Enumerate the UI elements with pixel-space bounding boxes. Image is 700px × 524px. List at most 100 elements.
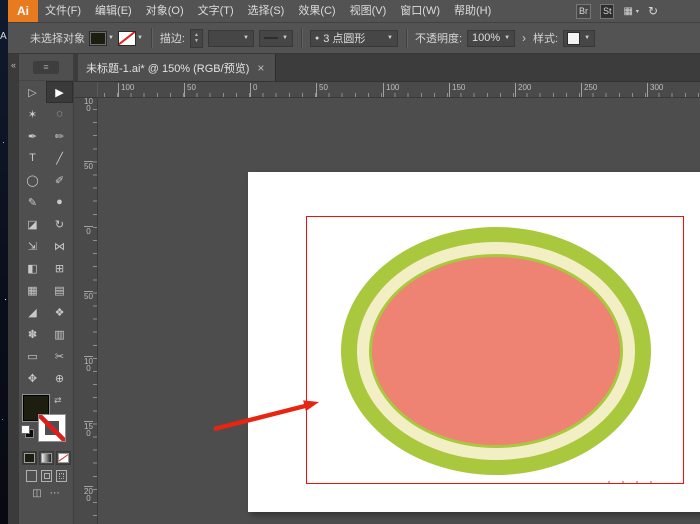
chevron-down-icon: ▼ [137,35,143,41]
drawing-mode-buttons [19,470,73,482]
none-button[interactable] [56,451,71,465]
type-tool[interactable]: T [19,147,46,169]
toolbar-overflow-button[interactable]: ⋯ [50,488,60,499]
menu-select[interactable]: 选择(S) [241,0,292,22]
h-ruler-label: 200 [515,83,531,97]
style-thumbnail [568,33,579,44]
draw-normal-button[interactable] [26,470,37,482]
change-screen-mode-button[interactable]: ◫ [32,488,41,499]
horizontal-ruler[interactable]: 100 50 0 50 100 150 200 250 300 [98,82,700,97]
shape-builder-tool[interactable]: ◧ [19,257,46,279]
opacity-value: 100% [472,32,500,44]
page-tiling-dot [622,481,624,483]
vertical-ruler[interactable]: 100 50 0 50 100 150 200 [74,98,98,524]
h-ruler-label: 50 [184,83,196,97]
draw-behind-button[interactable] [41,470,52,482]
slice-tool[interactable]: ✂ [46,345,73,367]
cc-sync-icon[interactable]: ↻ [648,4,658,18]
stroke-weight-stepper[interactable]: ▲ ▼ [190,29,203,48]
pen-tool[interactable]: ✒ [19,125,46,147]
line-segment-tool[interactable]: ╱ [46,147,73,169]
stroke-color-control[interactable]: ▼ [119,32,143,45]
zoom-tool[interactable]: ⊕ [46,367,73,389]
collapse-chevron-icon[interactable]: « [11,60,16,70]
lasso-tool[interactable]: ◌ [46,103,73,125]
menu-window[interactable]: 窗口(W) [393,0,447,22]
brush-definition-combo[interactable]: ● 3 点圆形 ▼ [310,30,398,47]
direct-selection-tool[interactable]: ▶ [46,81,73,103]
color-button[interactable] [22,451,37,465]
stroke-color-swatch[interactable] [119,32,135,45]
workspace-switcher[interactable]: ▦ ▾ [623,6,638,17]
page-tiling-dot [650,481,652,483]
v-ruler-label: 150 [84,421,93,437]
document-tab[interactable]: 未标题-1.ai* @ 150% (RGB/预览) × [78,54,276,81]
brush-dot-icon: ● [315,30,319,47]
style-label: 样式: [533,30,558,46]
color-mode-buttons [19,451,73,465]
artboard-tool[interactable]: ▭ [19,345,46,367]
fill-color-swatch[interactable] [90,32,106,45]
tool-dock: « ≡ ▷ ▶ ✶ ◌ ✒ ✏ T ╱ ◯ ✐ ✎ ● [8,54,74,524]
menu-bar-right: Br St ▦ ▾ ↻ [576,4,658,19]
eyedropper-tool[interactable]: ◢ [19,301,46,323]
stroke-profile-icon [264,37,278,39]
menu-help[interactable]: 帮助(H) [447,0,498,22]
toolbar-bottom: ◫ ⋯ [19,488,73,499]
stock-button[interactable]: St [600,4,615,19]
draw-inside-button[interactable] [56,470,67,482]
menu-edit[interactable]: 编辑(E) [88,0,139,22]
swap-fill-stroke-icon[interactable]: ⇄ [54,395,62,406]
eraser-tool[interactable]: ◪ [19,213,46,235]
paintbrush-tool[interactable]: ✐ [46,169,73,191]
menu-effect[interactable]: 效果(C) [291,0,342,22]
chevron-down-icon: ▼ [584,35,590,41]
menu-file[interactable]: 文件(F) [38,0,88,22]
pencil-tool[interactable]: ✎ [19,191,46,213]
stroke-weight-combo[interactable]: ▼ [208,30,254,47]
ellipse-tool[interactable]: ◯ [19,169,46,191]
gradient-button[interactable] [39,451,54,465]
stepper-down-icon[interactable]: ▼ [194,39,199,44]
stroke-swatch[interactable] [39,415,65,441]
ruler-corner[interactable] [74,82,98,97]
canvas[interactable] [98,98,700,524]
default-fill-stroke-icon[interactable] [22,426,29,433]
bridge-button[interactable]: Br [576,4,591,19]
h-ruler-label: 150 [449,83,465,97]
menu-view[interactable]: 视图(V) [343,0,394,22]
toolbar-header[interactable]: ≡ [19,54,73,81]
fill-color-control[interactable]: ▼ [90,32,114,45]
menu-object[interactable]: 对象(O) [139,0,191,22]
chevron-down-icon: ▼ [504,35,510,41]
selection-tool[interactable]: ▷ [19,81,46,103]
curvature-tool[interactable]: ✏ [46,125,73,147]
document-view: 未标题-1.ai* @ 150% (RGB/预览) × 100 50 0 50 … [74,54,700,524]
perspective-grid-tool[interactable]: ⊞ [46,257,73,279]
watermelon-flesh-ellipse[interactable] [369,254,623,448]
symbol-sprayer-tool[interactable]: ✽ [19,323,46,345]
scale-tool[interactable]: ⇲ [19,235,46,257]
page-tiling-dot [636,481,638,483]
stepper-up-icon[interactable]: ▲ [194,33,199,38]
blend-tool[interactable]: ❖ [46,301,73,323]
desktop-icon-fragment: A [0,31,7,42]
magic-wand-tool[interactable]: ✶ [19,103,46,125]
menu-type[interactable]: 文字(T) [191,0,241,22]
menu-bar: Ai 文件(F) 编辑(E) 对象(O) 文字(T) 选择(S) 效果(C) 视… [8,0,700,23]
style-combo[interactable]: ▼ [563,30,595,47]
opacity-combo[interactable]: 100% ▼ [467,30,515,47]
gradient-tool[interactable]: ▤ [46,279,73,301]
separator [301,28,302,48]
column-graph-tool[interactable]: ▥ [46,323,73,345]
close-icon[interactable]: × [257,61,264,75]
gradient-icon [41,453,52,463]
dock-collapse-strip[interactable]: « [8,54,19,524]
variable-width-profile-combo[interactable]: ▼ [259,30,293,47]
mesh-tool[interactable]: ▦ [19,279,46,301]
blob-brush-tool[interactable]: ● [46,191,73,213]
opacity-more-button[interactable]: › [520,31,528,45]
hand-tool[interactable]: ✥ [19,367,46,389]
rotate-tool[interactable]: ↻ [46,213,73,235]
width-tool[interactable]: ⋈ [46,235,73,257]
